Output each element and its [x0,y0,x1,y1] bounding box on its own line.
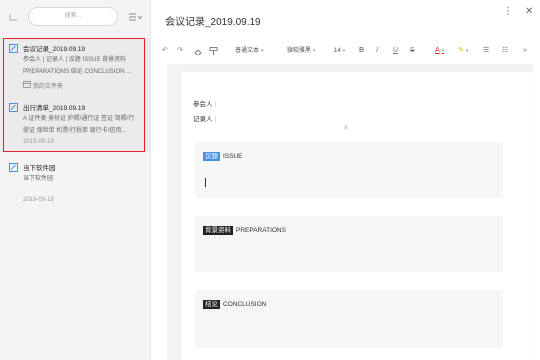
sort-icon[interactable] [128,12,142,22]
chevron-down-icon: ▾ [342,48,346,54]
font-size-select[interactable]: 14 ▾ [334,45,345,57]
text-cursor-mark: | [214,116,217,123]
attendees-label: 参会人 [193,101,213,108]
folder-icon [23,81,31,88]
highlighter-icon: ✎ [458,47,464,54]
unordered-list-icon[interactable]: ☰ [483,45,489,57]
note-snippet: A 证件类 身份证 护照/通行证 签证 驾照/行驶证 保险单 机票/行程单 银行… [23,116,135,134]
close-icon[interactable]: ✕ [343,124,349,132]
note-item[interactable]: 会议记录_2019.09.19 参会人 | 记录人 | 议题 ISSUE 背景资… [0,38,151,96]
page-title[interactable]: 会议记录_2019.09.19 [165,13,261,28]
undo-icon[interactable]: ↶ [162,45,168,57]
section-header: 背景资料 PREPARATIONS [203,222,286,240]
section-tag: 背景资料 [203,226,233,236]
note-item[interactable]: 出行清单_2019.09.19 A 证件类 身份证 护照/通行证 签证 驾照/行… [0,96,151,152]
section-title: ISSUE [223,153,243,161]
chevron-down-icon: ▾ [441,48,445,54]
chevron-down-icon: ▾ [261,48,264,54]
font-color-label: A [435,47,440,54]
editor-toolbar: ↶ ↷ 普通文本 ▾ 微软雅黑 ▾ 14 ▾ B I U S A ▾ ✎ ▾ ☰ ☷ » [151,42,540,60]
note-icon [9,44,18,53]
note-snippet: 参会人 | 记录人 | 议题 ISSUE 背景资料 PREPARATIONS 结… [23,57,132,75]
section-title: PREPARATIONS [236,227,286,235]
notes-sidebar: 搜索... 会议记录_2019.09.19 参会人 | 记录人 | 议题 ISS… [0,0,151,360]
chevron-down-icon: ▾ [313,48,316,54]
recorder-field[interactable]: 记录人 | [193,113,216,123]
issue-section[interactable]: 议题 ISSUE [195,142,503,198]
italic-button[interactable]: I [376,45,378,57]
more-tools-button[interactable]: » [523,45,527,57]
document-page[interactable]: 参会人 | 记录人 | ✕ 议题 ISSUE 背景资料 PREPARATIONS 结论 C… [181,72,535,360]
chevron-down-icon: ▾ [465,48,469,54]
section-tag: 议题 [203,152,220,162]
attendees-field[interactable]: 参会人 | [193,98,216,108]
strikethrough-button[interactable]: S [410,45,415,57]
font-family-value: 微软雅黑 [287,48,312,54]
format-painter-icon[interactable] [209,47,218,55]
note-date: 2019-09-19 [23,139,54,145]
section-title: CONCLUSION [223,301,267,309]
eraser-icon[interactable] [194,48,203,55]
search-input[interactable]: 搜索... [28,7,118,26]
section-header: 结论 CONCLUSION [203,296,266,314]
recorder-label: 记录人 [193,116,213,123]
note-icon [9,103,18,112]
font-family-select[interactable]: 微软雅黑 ▾ [287,45,316,57]
font-size-value: 14 [334,48,341,54]
editor-pane: 会议记录_2019.09.19 ⋮ ✕ ↶ ↷ 普通文本 ▾ 微软雅黑 ▾ 14 ▾ … [151,0,540,360]
text-cursor-mark: | [214,101,217,108]
conclusion-section[interactable]: 结论 CONCLUSION [195,290,503,348]
ordered-list-icon[interactable]: ☷ [502,45,508,57]
font-color-button[interactable]: A ▾ [435,45,444,57]
underline-button[interactable]: U [393,45,398,57]
note-title: 会议记录_2019.09.19 [23,46,86,53]
note-snippet: 当下软件园 [23,176,54,182]
paragraph-style-value: 普通文本 [235,48,260,54]
paragraph-style-select[interactable]: 普通文本 ▾ [235,45,264,57]
document-canvas: 参会人 | 记录人 | ✕ 议题 ISSUE 背景资料 PREPARATIONS 结论 C… [167,64,535,360]
preparations-section[interactable]: 背景资料 PREPARATIONS [195,216,503,272]
section-header: 议题 ISSUE [203,148,243,166]
text-cursor [205,178,206,187]
note-date: 2019-09-19 [23,197,54,203]
section-tag: 结论 [203,300,220,310]
close-icon[interactable]: ✕ [525,6,533,17]
note-item[interactable]: 当下软件园 当下软件园 2019-09-19 [0,156,151,208]
note-folder[interactable]: 我的文件夹 [33,81,63,90]
note-title: 出行清单_2019.09.19 [23,105,86,112]
more-options-icon[interactable]: ⋮ [503,6,513,17]
collapse-sidebar-icon[interactable] [9,12,18,21]
redo-icon[interactable]: ↷ [177,45,183,57]
note-title: 当下软件园 [23,165,56,172]
note-icon [9,163,18,172]
sidebar-header: 搜索... [0,0,151,34]
highlight-color-button[interactable]: ✎ ▾ [458,45,468,57]
bold-button[interactable]: B [359,45,364,57]
